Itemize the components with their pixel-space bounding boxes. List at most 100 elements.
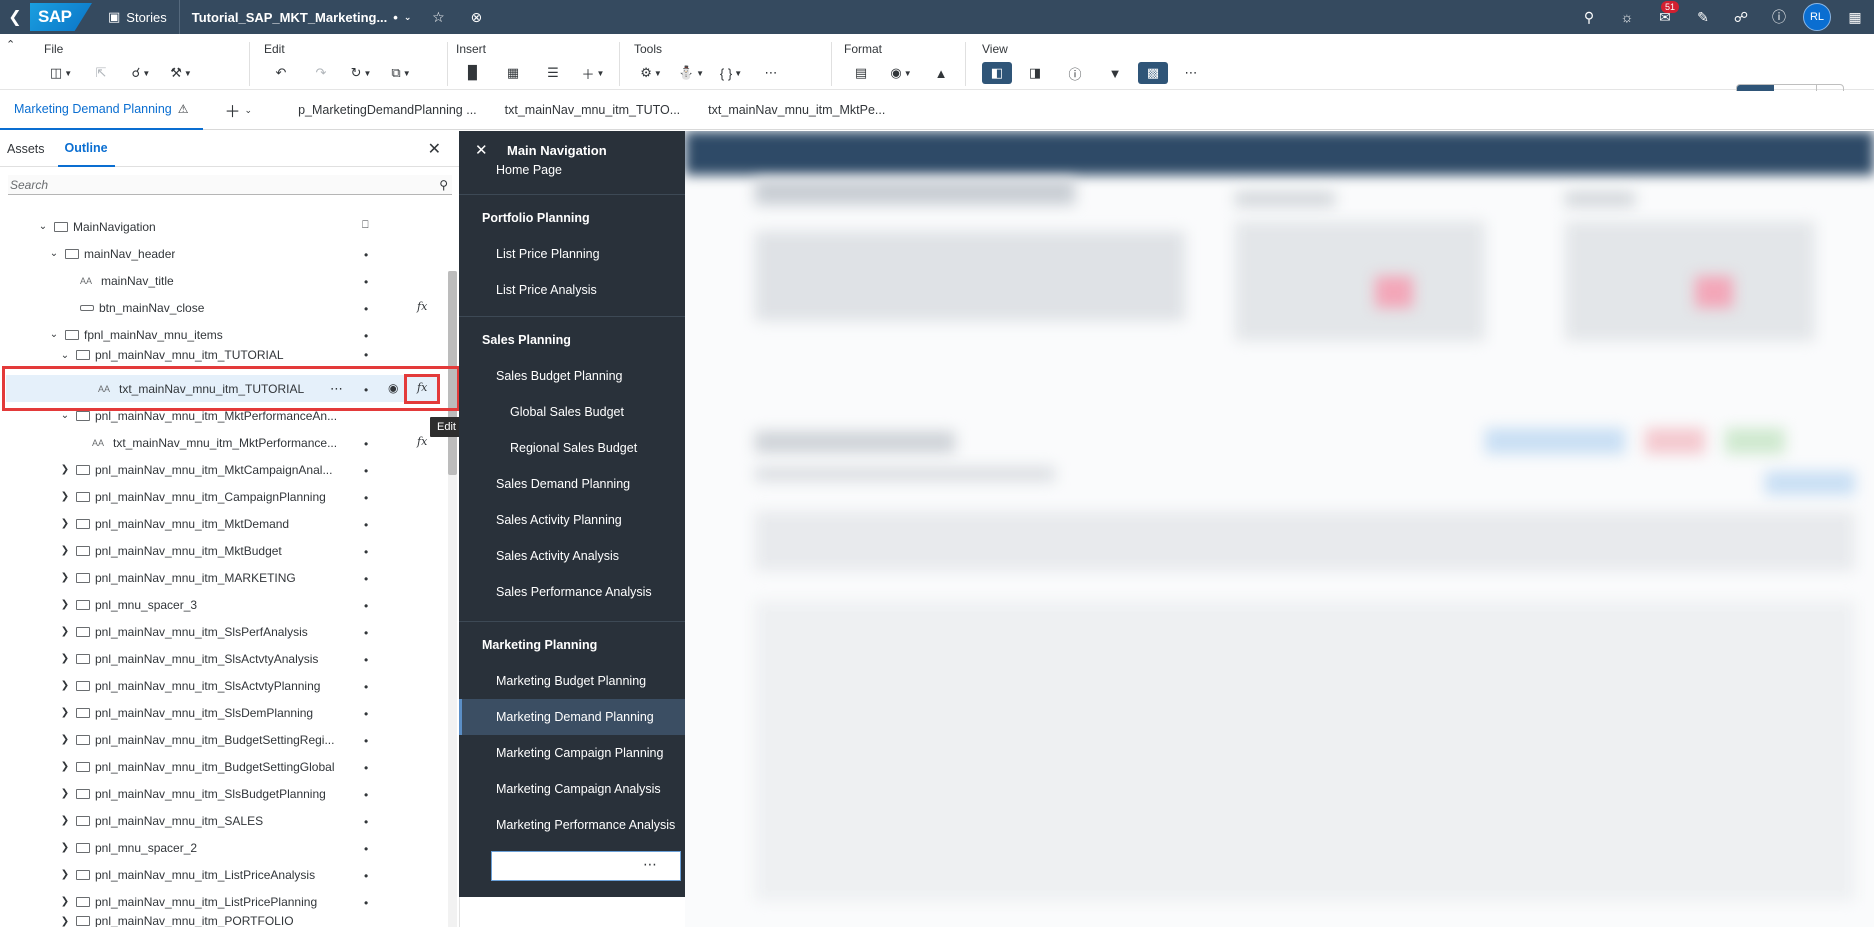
nav-item-sales-activity-planning[interactable]: Sales Activity Planning	[459, 502, 685, 538]
chevron-right-icon[interactable]: ❯	[58, 896, 72, 907]
nav-item-home-page[interactable]: Home Page	[459, 157, 685, 177]
user-avatar[interactable]: RL	[1803, 3, 1831, 31]
input-control-icon[interactable]: ☰	[536, 62, 570, 84]
chart-icon[interactable]: ▉	[456, 62, 490, 84]
visibility-dot[interactable]: •	[364, 518, 368, 532]
right-panel-toggle-icon[interactable]: ◨	[1018, 62, 1052, 84]
chevron-right-icon[interactable]: ❯	[58, 707, 72, 718]
styling-icon[interactable]: ▤	[844, 62, 878, 84]
story-canvas-blurred[interactable]	[685, 131, 1874, 927]
sap-logo[interactable]: SAP	[30, 3, 92, 31]
tree-row[interactable]: ⌄ fpnl_mainNav_mnu_items •	[0, 321, 448, 348]
scripting-icon[interactable]: { } ▼	[714, 62, 748, 84]
nav-item-global-sales-budget[interactable]: Global Sales Budget	[459, 394, 685, 430]
tree-row[interactable]: ❯ pnl_mainNav_mnu_itm_SlsBudgetPlanning …	[0, 780, 448, 807]
tree-row[interactable]: ❯ pnl_mainNav_mnu_itm_SALES •	[0, 807, 448, 834]
outline-search-input[interactable]: Search ⚲	[8, 175, 452, 195]
nav-item-sales-activity-analysis[interactable]: Sales Activity Analysis	[459, 538, 685, 574]
visibility-dot[interactable]: •	[364, 545, 368, 559]
chevron-down-icon[interactable]: ⌄	[47, 329, 61, 340]
tree-row[interactable]: ❯ pnl_mainNav_mnu_itm_PORTFOLIO	[0, 915, 448, 927]
nav-item-list-price-analysis[interactable]: List Price Analysis	[459, 272, 685, 308]
visibility-dot[interactable]: •	[364, 869, 368, 883]
chevron-right-icon[interactable]: ❯	[58, 869, 72, 880]
visibility-dot[interactable]: •	[364, 842, 368, 856]
tree-row[interactable]: ❯ pnl_mainNav_mnu_itm_ListPriceAnalysis …	[0, 861, 448, 888]
visibility-dot[interactable]: •	[364, 653, 368, 667]
chevron-right-icon[interactable]: ❯	[58, 572, 72, 583]
tree-row[interactable]: ❯ pnl_mainNav_mnu_itm_SlsPerfAnalysis •	[0, 618, 448, 645]
script-fx-icon[interactable]: fx	[417, 300, 427, 313]
publish-icon[interactable]: ⚒ ▼	[164, 62, 198, 84]
search-icon[interactable]: ⚲	[1570, 0, 1608, 34]
left-panel-toggle-icon[interactable]: ◧	[982, 62, 1012, 84]
tree-row[interactable]: ❯ pnl_mainNav_mnu_itm_MktCampaignAnal...…	[0, 456, 448, 483]
tree-row[interactable]: ❯ pnl_mainNav_mnu_itm_SlsDemPlanning •	[0, 699, 448, 726]
close-icon[interactable]: ✕	[428, 139, 441, 159]
notifications-bell-icon[interactable]: ✉ 51	[1646, 0, 1684, 34]
nav-section-marketing-planning[interactable]: Marketing Planning	[459, 627, 685, 663]
presentation-icon[interactable]: ▩	[1138, 62, 1168, 84]
nav-item-marketing-demand-planning[interactable]: Marketing Demand Planning	[459, 699, 685, 735]
more-options-icon[interactable]: ⋯	[633, 852, 667, 876]
stories-menu[interactable]: ▣ Stories	[108, 0, 180, 34]
info-icon[interactable]: ⓘ	[1058, 62, 1092, 84]
tree-row[interactable]: ❯ pnl_mainNav_mnu_itm_MARKETING •	[0, 564, 448, 591]
chevron-down-icon[interactable]: ⌄	[47, 248, 61, 259]
tree-row[interactable]: ❯ pnl_mainNav_mnu_itm_SlsActvtyPlanning …	[0, 672, 448, 699]
chevron-down-icon[interactable]: ⌄	[58, 410, 72, 421]
tree-row[interactable]: ❯ pnl_mainNav_mnu_itm_CampaignPlanning •	[0, 483, 448, 510]
chevron-right-icon[interactable]: ❯	[58, 518, 72, 529]
nav-item-marketing-performance-analysis[interactable]: Marketing Performance Analysis	[459, 807, 685, 843]
tree-row[interactable]: ❯ pnl_mainNav_mnu_itm_BudgetSettingGloba…	[0, 753, 448, 780]
theme-palette-icon[interactable]: ◉ ▼	[884, 62, 918, 84]
tree-row[interactable]: ⌄ MainNavigation ⎕	[0, 213, 448, 240]
nav-item-marketing-campaign-planning[interactable]: Marketing Campaign Planning	[459, 735, 685, 771]
nav-item-sales-demand-planning[interactable]: Sales Demand Planning	[459, 466, 685, 502]
chevron-down-icon[interactable]: ⌄	[404, 12, 412, 23]
visibility-dot[interactable]: •	[364, 707, 368, 721]
tree-row[interactable]: ⌄ mainNav_header •	[0, 240, 448, 267]
visibility-dot[interactable]: •	[364, 348, 368, 362]
nav-item-sales-budget-planning[interactable]: Sales Budget Planning	[459, 358, 685, 394]
visibility-dot[interactable]: •	[364, 896, 368, 910]
visibility-dot[interactable]: •	[364, 275, 368, 289]
tree-row[interactable]: btn_mainNav_close • fx	[0, 294, 448, 321]
undo-icon[interactable]: ↶	[264, 62, 298, 84]
tree-row[interactable]: ❯ pnl_mainNav_mnu_itm_MktBudget •	[0, 537, 448, 564]
search-icon[interactable]: ⚲	[439, 178, 448, 192]
chevron-right-icon[interactable]: ❯	[58, 842, 72, 853]
tree-row[interactable]: ❯ pnl_mnu_spacer_3 •	[0, 591, 448, 618]
format-paint-icon[interactable]: ▲	[924, 62, 958, 84]
tree-row[interactable]: ⌄ pnl_mainNav_mnu_itm_TUTORIAL •	[0, 348, 448, 362]
visibility-dot[interactable]: •	[364, 788, 368, 802]
lock-icon[interactable]: ⎕	[362, 219, 369, 232]
chevron-right-icon[interactable]: ❯	[58, 788, 72, 799]
document-title[interactable]: Tutorial_SAP_MKT_Marketing... • ⌄	[180, 10, 412, 25]
nav-section-sales-planning[interactable]: Sales Planning	[459, 322, 685, 358]
chevron-right-icon[interactable]: ❯	[58, 761, 72, 772]
planning-icon[interactable]: ⚙ ▼	[634, 62, 668, 84]
chevron-right-icon[interactable]: ❯	[58, 599, 72, 610]
nav-section-portfolio-planning[interactable]: Portfolio Planning	[459, 200, 685, 236]
close-circle-icon[interactable]: ⊗	[457, 0, 495, 34]
nav-item-marketing-campaign-analysis[interactable]: Marketing Campaign Analysis	[459, 771, 685, 807]
visibility-dot[interactable]: •	[364, 680, 368, 694]
tree-row[interactable]: ❯ pnl_mainNav_mnu_itm_BudgetSettingRegi.…	[0, 726, 448, 753]
visibility-dot[interactable]: •	[364, 761, 368, 775]
nav-item-regional-sales-budget[interactable]: Regional Sales Budget	[459, 430, 685, 466]
tree-row[interactable]: ❯ pnl_mainNav_mnu_itm_MktDemand •	[0, 510, 448, 537]
table-icon[interactable]: ▦	[496, 62, 530, 84]
visibility-dot[interactable]: •	[364, 329, 368, 343]
chevron-right-icon[interactable]: ❯	[58, 916, 72, 927]
nav-item-marketing-budget-planning[interactable]: Marketing Budget Planning	[459, 663, 685, 699]
visibility-dot[interactable]: •	[364, 599, 368, 613]
back-icon[interactable]: ❮	[0, 0, 30, 34]
lightbulb-icon[interactable]: ☼	[1608, 0, 1646, 34]
chevron-right-icon[interactable]: ❯	[58, 653, 72, 664]
add-icon[interactable]: ＋ ▼	[576, 62, 610, 84]
visibility-dot[interactable]: •	[364, 572, 368, 586]
data-source-icon[interactable]: ⛄ ▼	[674, 62, 708, 84]
feedback-icon[interactable]: ☍	[1722, 0, 1760, 34]
nav-item-sales-performance-analysis[interactable]: Sales Performance Analysis	[459, 574, 685, 610]
